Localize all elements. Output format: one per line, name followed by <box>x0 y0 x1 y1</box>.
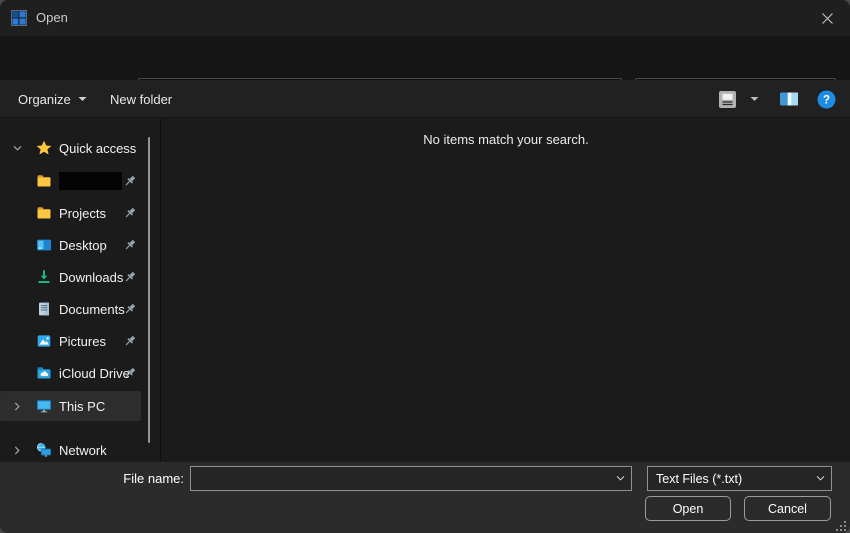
view-mode-caret-button[interactable] <box>745 87 763 111</box>
pin-icon[interactable] <box>122 333 138 349</box>
sidebar-item-label: iCloud Drive <box>59 366 130 381</box>
close-button[interactable] <box>804 0 850 36</box>
sidebar-item-downloads[interactable]: Downloads <box>0 262 146 292</box>
empty-state-message: No items match your search. <box>162 132 850 147</box>
pin-icon[interactable] <box>122 237 138 253</box>
this-pc-icon <box>36 398 52 414</box>
file-name-dropdown-button[interactable] <box>609 473 631 484</box>
dialog-footer: File name: Text Files (*.txt) Open Cance… <box>0 462 850 533</box>
chevron-down-icon[interactable] <box>9 143 25 154</box>
view-mode-button[interactable] <box>714 87 740 111</box>
chevron-down-icon <box>750 96 759 102</box>
chevron-down-icon <box>78 96 87 102</box>
window-title: Open <box>36 0 68 36</box>
open-button[interactable]: Open <box>645 496 731 521</box>
organize-label: Organize <box>18 92 71 107</box>
file-type-value: Text Files (*.txt) <box>648 472 809 486</box>
file-type-dropdown-button[interactable] <box>809 473 831 484</box>
sidebar-item-label: Downloads <box>59 270 123 285</box>
sidebar-item-network[interactable]: Network <box>0 435 146 465</box>
star-icon <box>36 140 52 156</box>
redacted-label <box>59 172 122 190</box>
chevron-down-icon <box>615 473 626 484</box>
sidebar-item-label: Projects <box>59 206 106 221</box>
sidebar-item-label: Documents <box>59 302 125 317</box>
close-icon <box>821 12 834 25</box>
pin-icon[interactable] <box>122 301 138 317</box>
downloads-icon <box>36 269 52 285</box>
organize-button[interactable]: Organize <box>18 80 87 118</box>
help-button[interactable]: ? <box>813 87 839 111</box>
title-bar: Open <box>0 0 850 36</box>
network-icon <box>36 442 52 458</box>
resize-grip-icon[interactable] <box>835 519 847 531</box>
file-list-pane[interactable]: No items match your search. <box>162 119 850 462</box>
sidebar-item-label: This PC <box>59 399 105 414</box>
documents-icon <box>36 301 52 317</box>
sidebar-scrollbar[interactable] <box>148 137 150 443</box>
chevron-down-icon <box>815 473 826 484</box>
desktop-icon <box>36 237 52 253</box>
file-name-label: File name: <box>0 466 184 491</box>
pin-icon[interactable] <box>122 365 138 381</box>
command-bar: Organize New folder <box>0 80 850 118</box>
sidebar-item-label: Quick access <box>59 141 136 156</box>
pin-icon[interactable] <box>122 269 138 285</box>
icloud-drive-icon <box>36 365 52 381</box>
pictures-icon <box>36 333 52 349</box>
sidebar-item-this-pc[interactable]: This PC <box>0 391 141 421</box>
chevron-right-icon[interactable] <box>9 445 25 456</box>
new-folder-label: New folder <box>110 92 172 107</box>
sidebar-item-quick-access[interactable]: Quick access <box>0 133 146 163</box>
navigation-pane: Quick access Projects <box>0 119 161 462</box>
app-window-icon <box>11 10 27 26</box>
new-folder-button[interactable]: New folder <box>110 80 172 118</box>
folder-icon <box>36 205 52 221</box>
sidebar-item-projects[interactable]: Projects <box>0 198 146 228</box>
preview-pane-button[interactable] <box>776 87 802 111</box>
sidebar-item-redacted-folder[interactable] <box>0 166 146 196</box>
help-icon: ? <box>817 90 836 109</box>
sidebar-item-documents[interactable]: Documents <box>0 294 146 324</box>
folder-icon <box>36 173 52 189</box>
sidebar-item-icloud-drive[interactable]: iCloud Drive <box>0 358 146 388</box>
pin-icon[interactable] <box>122 205 138 221</box>
cancel-button[interactable]: Cancel <box>744 496 831 521</box>
pin-icon[interactable] <box>122 173 138 189</box>
sidebar-item-label: Pictures <box>59 334 106 349</box>
view-mode-icon <box>718 90 737 109</box>
preview-pane-icon <box>779 91 799 107</box>
file-name-combo[interactable] <box>190 466 632 491</box>
content-area: Quick access Projects <box>0 119 850 462</box>
svg-text:?: ? <box>822 94 829 106</box>
open-dialog-window: Open <box>0 0 850 533</box>
chevron-right-icon[interactable] <box>9 401 25 412</box>
sidebar-item-pictures[interactable]: Pictures <box>0 326 146 356</box>
file-type-select[interactable]: Text Files (*.txt) <box>647 466 832 491</box>
sidebar-item-desktop[interactable]: Desktop <box>0 230 146 260</box>
navigation-bar: This PC Desktop <box>0 36 850 80</box>
file-name-input[interactable] <box>191 467 609 490</box>
sidebar-item-label: Network <box>59 443 107 458</box>
sidebar-item-label: Desktop <box>59 238 107 253</box>
